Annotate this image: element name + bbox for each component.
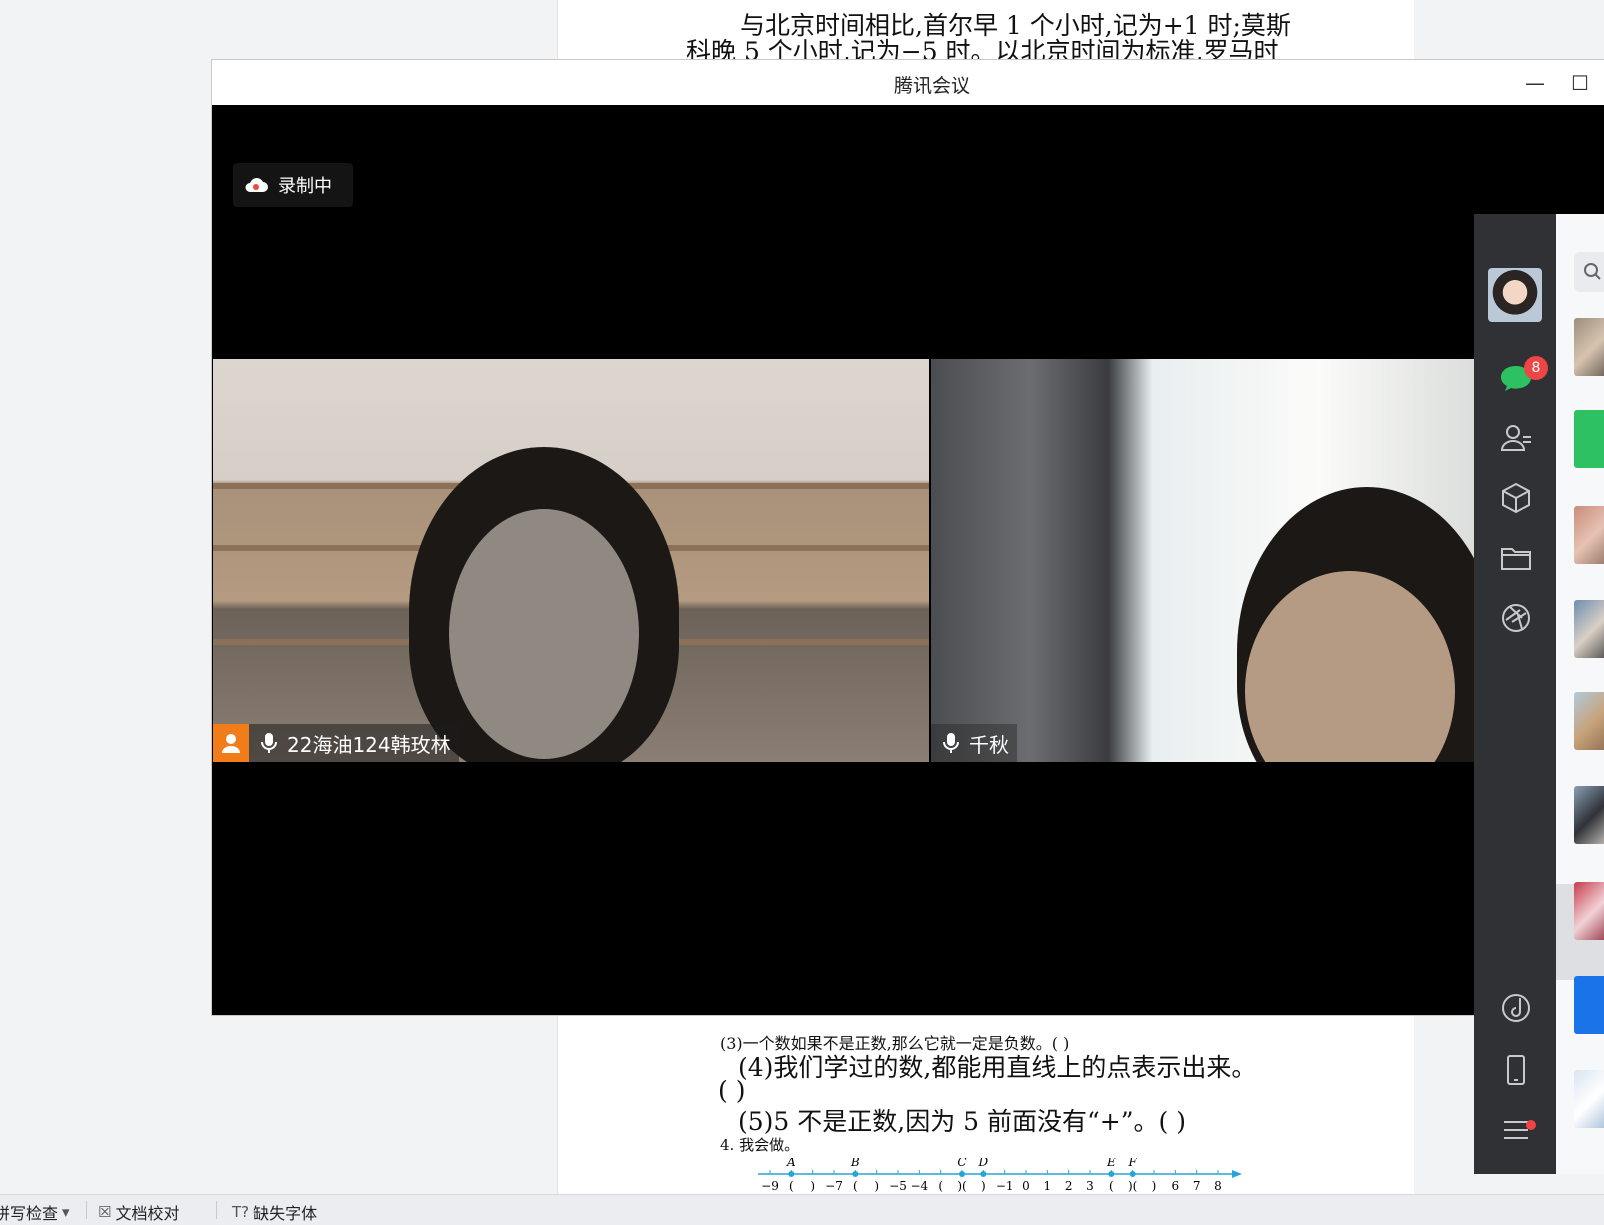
doc-line-5: ( ) [718,1076,746,1105]
doc-line-7: 4. 我会做。 [720,1136,800,1154]
app-sidebar: 8 [1474,214,1556,1174]
conversation-avatar[interactable] [1574,1070,1604,1128]
title-bar[interactable]: 腾讯会议 — ☐ [212,60,1604,105]
number-line-point [1129,1171,1136,1177]
doc-line-6: (5)5 不是正数,因为 5 前面没有“+”。( ) [738,1107,1186,1136]
participant-name: 千秋 [969,732,1009,757]
aperture-icon[interactable] [1498,600,1534,636]
number-line-point [852,1171,859,1177]
microphone-icon [943,733,959,753]
number-line-tick-label: ( [1109,1179,1114,1193]
recording-label: 录制中 [278,176,332,197]
number-line-tick-label: −4 [910,1179,928,1193]
number-line-arrow [1232,1170,1242,1178]
number-line-tick-label: −1 [996,1179,1014,1193]
number-line-point-label: E [1106,1158,1116,1169]
conversation-avatar[interactable] [1574,976,1604,1034]
number-line-tick-label: −5 [889,1179,907,1193]
conversation-avatar[interactable] [1574,410,1604,468]
video-tile-2[interactable]: 千秋 [931,359,1485,762]
conversation-avatar[interactable] [1574,692,1604,750]
number-line-point [1108,1171,1115,1177]
number-line-tick-label: −9 [761,1179,779,1193]
proofread-icon: ☒ [98,1203,112,1221]
divider [216,1201,217,1219]
maximize-icon[interactable]: ☐ [1565,68,1595,98]
missing-fonts-label: 缺失字体 [253,1204,318,1223]
folder-icon[interactable] [1498,540,1534,576]
user-icon [213,724,249,762]
menu-notification-dot [1526,1120,1536,1130]
number-line-tick-label: ) [1152,1179,1157,1193]
missing-fonts-button[interactable]: T? 缺失字体 [232,1200,317,1224]
number-line-tick-label: ( [789,1179,794,1193]
number-line-tick-label: 7 [1193,1179,1201,1193]
link-icon[interactable] [1498,990,1534,1026]
video-tile-1[interactable]: 22海油124韩玫林 [213,359,929,762]
number-line-point-label: F [1128,1158,1138,1169]
number-line-tick-label: )( [957,1179,966,1193]
chevron-down-icon: ▾ [62,1203,70,1221]
conversation-avatar[interactable] [1574,600,1604,658]
number-line-point-label: B [850,1158,860,1169]
number-line-tick-label: ) [810,1179,815,1193]
participant-face [449,509,639,759]
participant-tag: 22海油124韩玫林 [213,724,459,762]
number-line-tick-label: 1 [1044,1179,1052,1193]
number-line-tick-label: )( [1128,1179,1137,1193]
number-line-tick-label: 0 [1022,1179,1030,1193]
number-line-point-label: C [957,1158,966,1169]
number-line-tick-label: ( [853,1179,858,1193]
minimize-icon[interactable]: — [1520,68,1550,98]
number-line-tick-label: 6 [1172,1179,1180,1193]
conversation-avatar[interactable] [1574,506,1604,564]
cloud-icon [245,178,268,192]
doc-line-4: (4)我们学过的数,都能用直线上的点表示出来。 [738,1053,1257,1082]
search-input[interactable] [1574,252,1604,292]
meeting-window: 腾讯会议 — ☐ 录制中 22海油124韩玫林 千秋 [211,59,1604,1016]
number-line: −9 () −7 () −5 −4 ( )() −1 0 1 2 3 ( )() 6 7 8 A B C D E F [758,1158,1242,1193]
number-line-point [788,1171,795,1177]
phone-icon[interactable] [1498,1052,1534,1088]
conversation-avatar[interactable] [1574,882,1604,940]
number-line-tick-label: 8 [1214,1179,1222,1193]
conversation-avatar[interactable] [1574,318,1604,376]
search-icon [1584,263,1601,280]
number-line-tick-label: ( [938,1179,943,1193]
avatar[interactable] [1488,268,1542,322]
participant-tag: 千秋 [931,724,1017,762]
chat-unread-badge: 8 [1524,356,1548,380]
number-line-tick-label: 3 [1086,1179,1094,1193]
number-line-tick-label: ) [981,1179,986,1193]
number-line-point [959,1171,965,1177]
conversation-list [1556,214,1604,1174]
spell-check-button[interactable]: 拼写检查 ▾ [0,1200,70,1224]
number-line-point-label: A [786,1158,796,1169]
spell-check-label: 拼写检查 [0,1204,59,1223]
doc-proofread-label: 文档校对 [115,1204,180,1223]
number-line-tick-label: 2 [1065,1179,1073,1193]
divider [86,1201,87,1219]
recording-indicator[interactable]: 录制中 [233,163,353,207]
number-line-tick-label: −7 [825,1179,843,1193]
microphone-icon [261,733,277,753]
number-line-point-label: D [978,1158,989,1169]
number-line-tick-label: ) [874,1179,879,1193]
doc-proofread-button[interactable]: ☒ 文档校对 [98,1200,179,1224]
cube-icon[interactable] [1498,480,1534,516]
conversation-avatar[interactable] [1574,786,1604,844]
number-line-point [980,1171,987,1177]
menu-icon[interactable] [1498,1112,1534,1148]
missing-font-icon: T? [232,1203,250,1221]
contacts-icon[interactable] [1498,420,1534,456]
status-bar: 拼写检查 ▾ ☒ 文档校对 T? 缺失字体 [0,1194,1604,1225]
participant-name: 22海油124韩玫林 [287,732,451,757]
window-title: 腾讯会议 [893,75,970,97]
